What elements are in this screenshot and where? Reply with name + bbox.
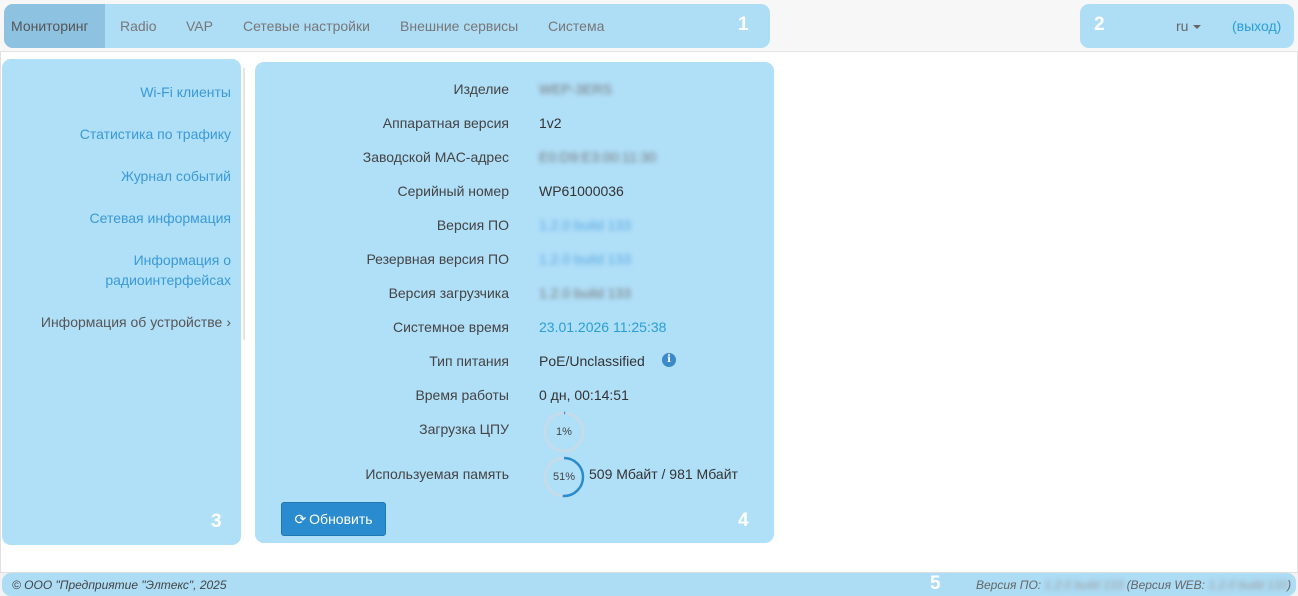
sidebar-item-traffic-stats[interactable]: Статистика по трафику [1, 124, 231, 144]
cpu-load-value: 1% [556, 426, 572, 438]
label-cpu-load: Загрузка ЦПУ [419, 421, 509, 437]
cpu-load-gauge: 1% [543, 411, 585, 453]
label-mac-address: Заводской MAC-адрес [362, 149, 509, 165]
value-bootloader-version: 1.2.0 build 133 [539, 285, 631, 301]
value-backup-fw-version[interactable]: 1.2.0 build 133 [539, 249, 631, 269]
value-serial-number: WP61000036 [539, 183, 624, 199]
refresh-button-label: Обновить [309, 511, 373, 527]
annotation-5: 5 [930, 573, 941, 594]
value-power-type: PoE/Unclassified [539, 353, 645, 369]
sidebar-item-wifi-clients[interactable]: Wi-Fi клиенты [1, 82, 231, 102]
annotation-4: 4 [738, 510, 749, 531]
label-uptime: Время работы [415, 387, 509, 403]
footer-version: Версия ПО: 1.2.0 build 133 (Версия WEB: … [976, 577, 1291, 593]
memory-detail: 509 Мбайт / 981 Мбайт [589, 466, 738, 482]
label-serial-number: Серийный номер [397, 183, 509, 199]
label-product: Изделие [453, 81, 509, 97]
sidebar-item-event-log[interactable]: Журнал событий [1, 166, 231, 186]
value-hw-version: 1v2 [539, 115, 562, 131]
value-uptime: 0 дн, 00:14:51 [539, 387, 629, 403]
refresh-icon: ⟳ [294, 511, 307, 527]
label-system-time: Системное время [392, 319, 509, 335]
language-dropdown[interactable]: ru [1176, 4, 1202, 48]
sidebar-item-device-info-label: Информация об устройстве [40, 314, 223, 330]
logout-link[interactable]: (выход) [1232, 4, 1281, 48]
sidebar-item-radio-info[interactable]: Информация о радиоинтерфейсах [81, 250, 231, 290]
value-system-time[interactable]: 23.01.2026 11:25:38 [539, 317, 666, 337]
value-fw-version[interactable]: 1.2.0 build 133 [539, 215, 631, 235]
sidebar-divider [243, 68, 245, 340]
memory-gauge: 51% [543, 456, 585, 498]
label-power-type: Тип питания [429, 353, 509, 369]
value-product: WEP-3ERS [539, 81, 613, 97]
footer-fw-prefix: Версия ПО: [976, 578, 1042, 592]
tab-network-settings[interactable]: Сетевые настройки [236, 4, 377, 48]
language-label: ru [1176, 18, 1189, 34]
label-fw-version: Версия ПО [436, 217, 509, 233]
label-backup-fw-version: Резервная версия ПО [366, 251, 509, 267]
label-hw-version: Аппаратная версия [382, 115, 509, 131]
footer-web-value: 1.2.0 build 133 [1208, 578, 1288, 592]
footer-web-prefix: (Версия WEB: [1126, 578, 1205, 592]
sidebar-item-network-info[interactable]: Сетевая информация [1, 208, 231, 228]
annotation-3: 3 [211, 511, 222, 532]
annotation-2: 2 [1094, 14, 1105, 35]
sidebar-menu: Wi-Fi клиенты Статистика по трафику Журн… [0, 0, 231, 596]
tab-external-services[interactable]: Внешние сервисы [393, 4, 525, 48]
footer-copyright: © ООО "Предприятие "Элтекс", 2025 [12, 578, 227, 592]
chevron-down-icon [1193, 25, 1202, 30]
label-bootloader-version: Версия загрузчика [388, 285, 509, 301]
value-mac-address: E0:D9:E3:00:11:30 [539, 149, 657, 165]
footer-web-suffix: ) [1287, 578, 1292, 592]
info-icon[interactable]: i [662, 353, 676, 367]
refresh-button[interactable]: ⟳ Обновить [281, 502, 386, 536]
label-memory-used: Используемая память [365, 466, 509, 482]
footer-fw-value: 1.2.0 build 133 [1044, 578, 1124, 592]
annotation-1: 1 [738, 14, 749, 35]
memory-percent-value: 51% [552, 471, 576, 483]
tab-system[interactable]: Система [541, 4, 611, 48]
sidebar-item-device-info[interactable]: Информация об устройстве › [1, 312, 231, 332]
chevron-right-icon: › [226, 314, 231, 330]
